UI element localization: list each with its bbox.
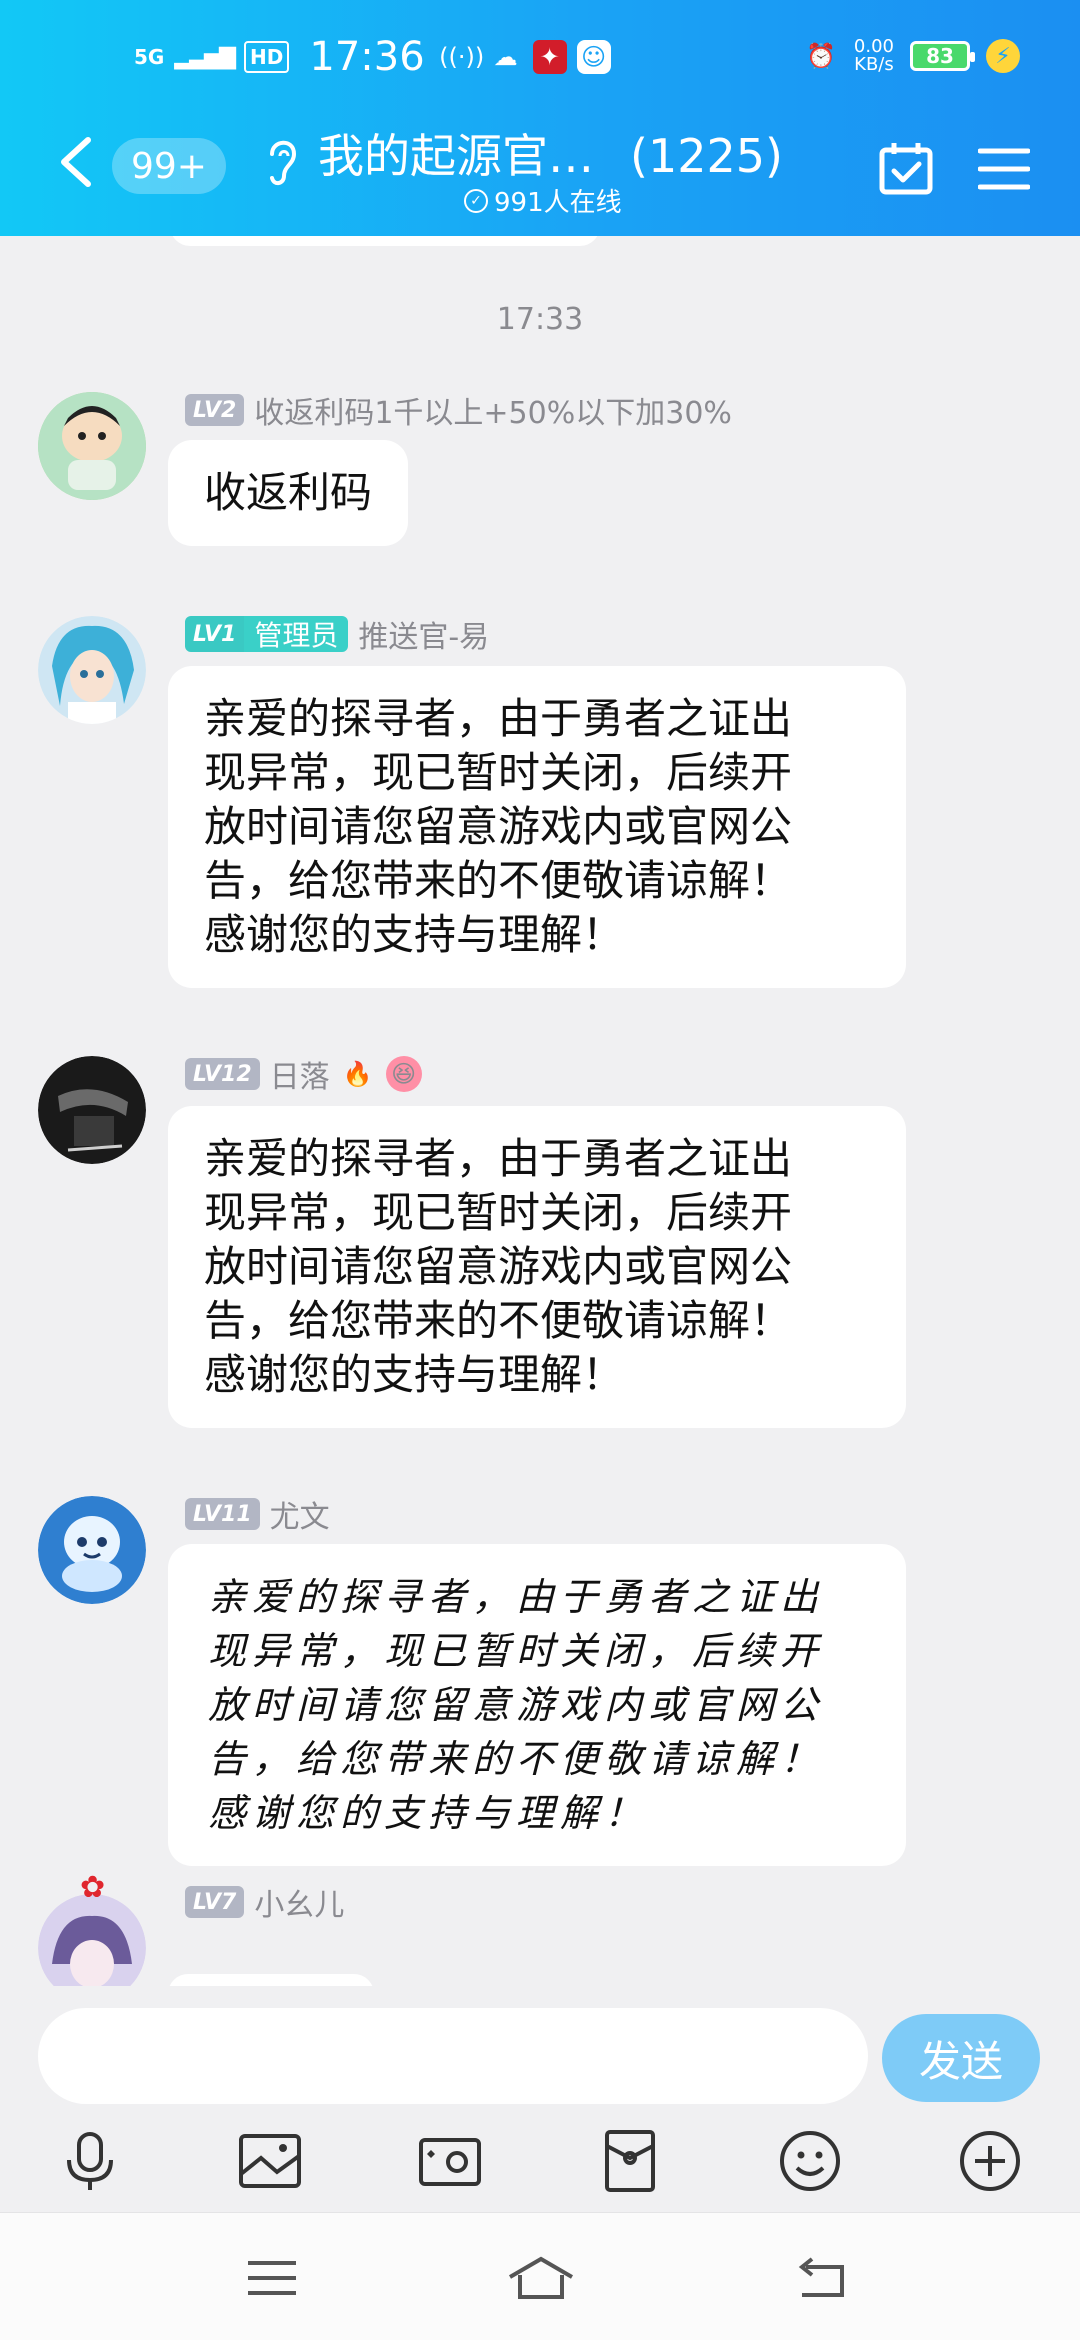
system-navigation-bar: [0, 2212, 1080, 2340]
avatar[interactable]: [38, 392, 146, 500]
nav-bar: 99+ 我的起源官… (1225) ✓ 991人在线: [0, 110, 1080, 226]
recent-apps-icon[interactable]: [242, 2253, 302, 2303]
message-bubble[interactable]: 收返利码: [168, 440, 409, 546]
ear-icon[interactable]: [262, 132, 302, 192]
level-badge: LV11: [185, 1498, 260, 1530]
message-input[interactable]: [38, 2008, 868, 2104]
home-icon[interactable]: [506, 2253, 576, 2303]
network-speed: 0.00 KB/s: [854, 38, 894, 74]
message-line: 感谢您的支持与理解！: [208, 1791, 649, 1835]
message-line: 亲爱的探寻者，由于勇者之证出: [204, 694, 793, 743]
hd-badge: HD: [244, 41, 290, 73]
plus-icon[interactable]: [957, 2128, 1023, 2194]
message-line: 现异常，现已暂时关闭，后续开: [204, 748, 793, 797]
emoji-icon[interactable]: [777, 2128, 843, 2194]
signal-icon: ▂▃▅▇: [174, 44, 236, 70]
back-arrow-icon[interactable]: [52, 132, 102, 192]
message-line: 告，给您带来的不便敬请谅解！: [208, 1737, 825, 1781]
online-count: 991人在线: [494, 188, 622, 218]
avatar[interactable]: [38, 1894, 146, 1986]
sender-name[interactable]: 收返利码1千以上+50%以下加30%: [254, 388, 732, 432]
cloud-icon: ☁: [493, 43, 518, 71]
chat-header: 5G ▂▃▅▇ HD 17:36 ((·)) ☁ ✦ ☺ ⏰ 0.00 KB/s…: [0, 0, 1080, 236]
unread-badge[interactable]: 99+: [112, 138, 226, 194]
message-line: 现异常，现已暂时关闭，后续开: [204, 1188, 793, 1237]
message-meta: LV2 收返利码1千以上+50%以下加30%: [185, 392, 732, 431]
level-badge: LV12: [185, 1058, 260, 1090]
message-timestamp: 17:33: [496, 302, 584, 337]
avatar[interactable]: [38, 616, 146, 724]
message-line: 感谢您的支持与理解！: [204, 1350, 625, 1399]
message-list[interactable]: 17:33 LV2 收返利码1千以上+50%以下加30% 收返利码 LV1 管理…: [0, 236, 1080, 1986]
message-bubble[interactable]: 亲爱的探寻者，由于勇者之证出 现异常，现已暂时关闭，后续开 放时间请您留意游戏内…: [168, 1106, 906, 1428]
status-bar: 5G ▂▃▅▇ HD 17:36 ((·)) ☁ ✦ ☺ ⏰ 0.00 KB/s…: [0, 28, 1080, 92]
message-bubble[interactable]: 亲爱的探寻者，由于勇者之证出 现异常，现已暂时关闭，后续开 放时间请您留意游戏内…: [168, 1544, 906, 1866]
member-count: (1225): [630, 129, 783, 183]
message-input-bar: 发送: [0, 1986, 1080, 2110]
message-text: 收返利码: [204, 468, 373, 517]
laughing-face-icon: 😆: [385, 1056, 422, 1092]
role-label: 管理员: [244, 616, 349, 652]
message-bubble[interactable]: [168, 1974, 374, 1986]
microphone-icon[interactable]: [57, 2128, 123, 2194]
message-bubble[interactable]: 亲爱的探寻者，由于勇者之证出 现异常，现已暂时关闭，后续开 放时间请您留意游戏内…: [168, 666, 906, 988]
input-toolbar: [0, 2110, 1080, 2210]
app-notification-icon: ✦: [532, 40, 567, 74]
sender-name[interactable]: 日落: [270, 1052, 330, 1096]
message-line: 亲爱的探寻者，由于勇者之证出: [204, 1134, 793, 1183]
message-meta: LV12 日落 🔥 😆: [185, 1056, 422, 1095]
charging-icon: ⚡: [986, 39, 1020, 73]
message-meta: LV11 尤文: [185, 1496, 330, 1535]
message-line: 告，给您带来的不便敬请谅解！: [204, 856, 793, 905]
avatar[interactable]: [38, 1056, 146, 1164]
flower-icon: ✿: [80, 1870, 106, 1905]
message-line: 放时间请您留意游戏内或官网公: [204, 802, 793, 851]
send-button[interactable]: 发送: [882, 2014, 1040, 2102]
online-status: ✓ 991人在线: [464, 182, 622, 219]
message-line: 放时间请您留意游戏内或官网公: [208, 1683, 825, 1727]
message-line: 现异常，现已暂时关闭，后续开: [208, 1629, 825, 1673]
back-icon[interactable]: [792, 2253, 852, 2303]
level-badge: LV7: [185, 1886, 245, 1918]
calendar-check-icon[interactable]: [878, 140, 934, 196]
sender-name[interactable]: 尤文: [270, 1492, 330, 1536]
sender-name[interactable]: 小幺儿: [254, 1880, 344, 1924]
group-title[interactable]: 我的起源官… (1225): [318, 120, 783, 186]
red-packet-icon[interactable]: [597, 2128, 663, 2194]
message-line: 感谢您的支持与理解！: [204, 910, 625, 959]
status-time: 17:36: [309, 34, 425, 80]
message-app-icon: ☺: [576, 40, 611, 74]
previous-message-bubble[interactable]: [170, 236, 600, 246]
sender-name[interactable]: 推送官-易: [358, 612, 489, 656]
menu-icon[interactable]: [978, 146, 1030, 192]
message-line: 亲爱的探寻者，由于勇者之证出: [208, 1575, 825, 1619]
speed-unit: KB/s: [854, 54, 894, 75]
message-meta: LV7 小幺儿: [185, 1884, 344, 1923]
message-meta: LV1 管理员 推送官-易: [185, 616, 489, 655]
camera-icon[interactable]: [417, 2128, 483, 2194]
online-check-icon: ✓: [464, 188, 488, 213]
network-indicator: 5G: [134, 45, 165, 69]
battery-icon: 83: [910, 41, 975, 71]
admin-badge: LV1 管理员: [185, 616, 349, 652]
hotspot-icon: ((·)): [439, 43, 485, 71]
fire-icon: 🔥: [342, 1060, 373, 1088]
alarm-icon: ⏰: [805, 42, 836, 70]
image-icon[interactable]: [237, 2128, 303, 2194]
level-badge: LV1: [185, 616, 245, 652]
group-name: 我的起源官…: [318, 129, 594, 183]
message-line: 放时间请您留意游戏内或官网公: [204, 1242, 793, 1291]
avatar[interactable]: [38, 1496, 146, 1604]
level-badge: LV2: [185, 394, 245, 426]
message-line: 告，给您带来的不便敬请谅解！: [204, 1296, 793, 1345]
